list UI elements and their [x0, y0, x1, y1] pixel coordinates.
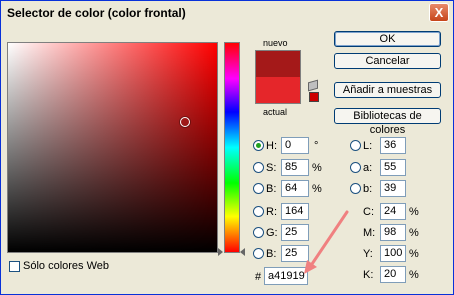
web-colors-only-checkbox[interactable]: [9, 261, 20, 272]
green-input[interactable]: 25: [281, 224, 309, 241]
b-channel-label: b:: [363, 183, 373, 195]
blue-input[interactable]: 25: [281, 245, 309, 262]
hex-input[interactable]: a41919: [264, 267, 308, 285]
new-color-swatch: [255, 50, 301, 77]
color-field[interactable]: [7, 42, 218, 253]
saturation-brightness-gradient[interactable]: [8, 43, 217, 252]
web-colors-only-label: Sólo colores Web: [23, 260, 110, 272]
cyan-input[interactable]: 24: [380, 203, 406, 220]
black-input[interactable]: 20: [380, 266, 406, 283]
magenta-label: M:: [363, 227, 376, 239]
blue-radio[interactable]: [253, 248, 264, 259]
brightness-label: B:: [266, 183, 277, 195]
current-color-label: actual: [263, 107, 288, 117]
new-color-label: nuevo: [263, 38, 288, 48]
brightness-unit: %: [312, 183, 322, 195]
black-label: K:: [363, 269, 374, 281]
hue-label: H:: [266, 140, 277, 152]
cyan-unit: %: [409, 206, 419, 218]
add-to-swatches-button[interactable]: Añadir a muestras: [334, 82, 441, 98]
hue-radio[interactable]: [253, 140, 264, 151]
hue-row: H: 0 °: [253, 137, 323, 154]
magenta-row: M: 98 %: [363, 224, 425, 241]
yellow-label: Y:: [363, 248, 373, 260]
web-safe-color-swatch[interactable]: [309, 92, 319, 102]
hue-unit: °: [314, 140, 319, 152]
a-channel-input[interactable]: 55: [380, 159, 406, 176]
blue-row: B: 25: [253, 245, 323, 262]
yellow-row: Y: 100 %: [363, 245, 425, 262]
lightness-label: L:: [363, 140, 373, 152]
cancel-button[interactable]: Cancelar: [334, 53, 441, 69]
dialog-title: Selector de color (color frontal): [7, 6, 186, 20]
color-libraries-button[interactable]: Bibliotecas de colores: [334, 108, 441, 136]
a-channel-row: a: 55: [350, 159, 410, 176]
brightness-radio[interactable]: [253, 183, 264, 194]
color-picker-circle[interactable]: [180, 117, 190, 127]
yellow-unit: %: [409, 248, 419, 260]
hue-input[interactable]: 0: [281, 137, 309, 154]
saturation-label: S:: [266, 162, 277, 174]
black-row: K: 20 %: [363, 266, 425, 283]
b-channel-radio[interactable]: [350, 183, 361, 194]
cyan-label: C:: [363, 206, 374, 218]
lightness-input[interactable]: 36: [380, 137, 406, 154]
cyan-row: C: 24 %: [363, 203, 425, 220]
saturation-input[interactable]: 85: [281, 159, 309, 176]
red-label: R:: [266, 206, 277, 218]
green-row: G: 25: [253, 224, 323, 241]
yellow-input[interactable]: 100: [380, 245, 406, 262]
saturation-row: S: 85 %: [253, 159, 323, 176]
hue-slider-right-arrow-icon[interactable]: [240, 248, 245, 256]
red-radio[interactable]: [253, 206, 264, 217]
color-picker-dialog: Selector de color (color frontal) X nuev…: [0, 0, 454, 295]
black-unit: %: [409, 269, 419, 281]
saturation-unit: %: [312, 162, 322, 174]
green-label: G:: [266, 227, 278, 239]
a-channel-label: a:: [363, 162, 373, 174]
green-radio[interactable]: [253, 227, 264, 238]
close-button[interactable]: X: [429, 3, 449, 22]
b-channel-input[interactable]: 39: [380, 180, 406, 197]
lightness-row: L: 36: [350, 137, 410, 154]
a-channel-radio[interactable]: [350, 162, 361, 173]
ok-button[interactable]: OK: [334, 31, 441, 47]
lightness-radio[interactable]: [350, 140, 361, 151]
blue-label: B:: [266, 248, 277, 260]
magenta-input[interactable]: 98: [380, 224, 406, 241]
saturation-radio[interactable]: [253, 162, 264, 173]
brightness-row: B: 64 %: [253, 180, 323, 197]
red-input[interactable]: 164: [281, 203, 309, 220]
hue-slider-left-arrow-icon[interactable]: [218, 248, 223, 256]
b-channel-row: b: 39: [350, 180, 410, 197]
title-bar[interactable]: Selector de color (color frontal) X: [1, 1, 453, 25]
hex-prefix: #: [255, 271, 262, 283]
hue-slider[interactable]: [224, 42, 240, 253]
web-safe-cube-icon[interactable]: [308, 79, 318, 92]
magenta-unit: %: [409, 227, 419, 239]
red-row: R: 164: [253, 203, 323, 220]
brightness-input[interactable]: 64: [281, 180, 309, 197]
current-color-swatch[interactable]: [255, 77, 301, 104]
